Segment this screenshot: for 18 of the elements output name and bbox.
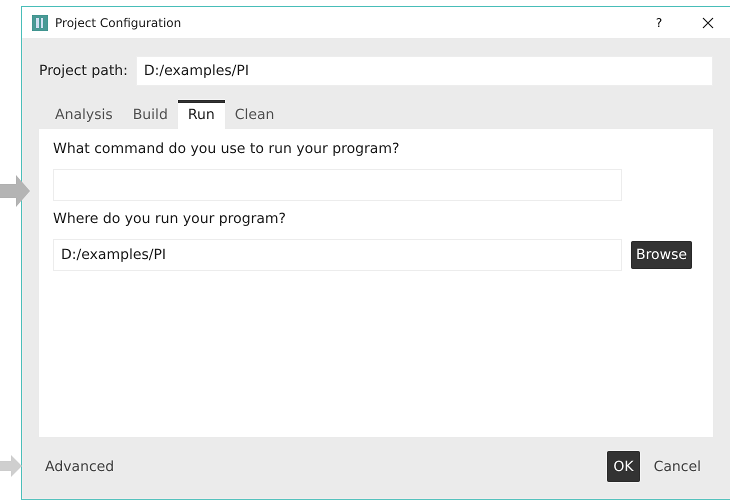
tab[interactable]: Build (122, 100, 178, 129)
ok-button[interactable]: OK (607, 451, 640, 482)
input-field[interactable]: D:/examples/PI (136, 56, 713, 86)
tab[interactable]: Run (178, 100, 225, 129)
field-label: What command do you use to run your program? (53, 141, 400, 157)
arrow-icon (0, 175, 30, 207)
field-label: Project path: (39, 63, 128, 79)
tab[interactable]: Analysis (45, 100, 123, 129)
tab[interactable]: Clean (224, 100, 284, 129)
advanced-link[interactable]: Advanced (45, 458, 600, 474)
arrow-icon (0, 455, 22, 477)
cancel-button[interactable]: Cancel (648, 451, 707, 482)
app-icon (32, 14, 48, 30)
field-label: Where do you run your program? (53, 211, 287, 227)
window-title: Project Configuration (55, 16, 182, 30)
browse-button[interactable]: Browse (631, 241, 692, 269)
help-button[interactable]: ? (639, 16, 679, 30)
input-field[interactable]: D:/examples/PI (53, 239, 622, 271)
